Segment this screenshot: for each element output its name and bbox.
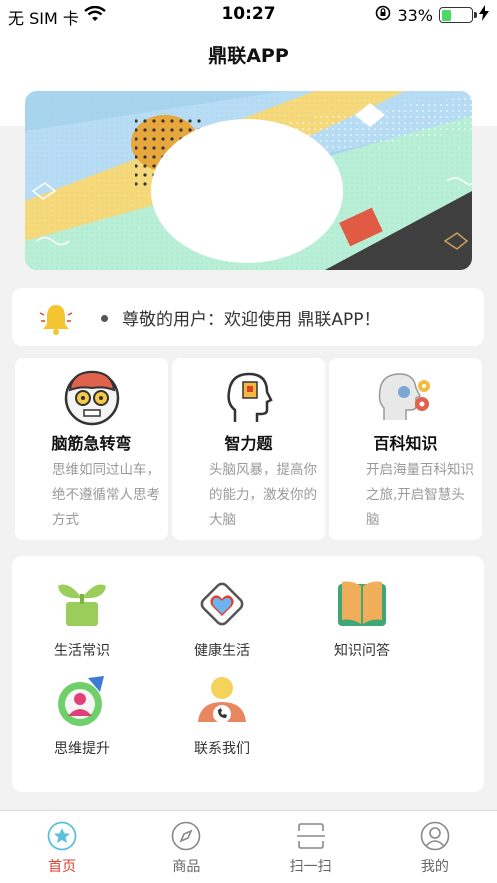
home-banner[interactable]: [25, 91, 472, 270]
tab-scan[interactable]: 扫一扫: [249, 811, 373, 883]
card-brain-teaser[interactable]: 脑筋急转弯 思维如同过山车，绝不遵循常人思考方式: [15, 358, 168, 540]
tab-home[interactable]: 首页: [0, 811, 124, 883]
head-gears-icon: [374, 364, 438, 428]
grid-item-healthy-life[interactable]: 健康生活: [172, 576, 272, 660]
grid-item-label: 知识问答: [334, 643, 390, 659]
card-title: 百科知识: [373, 434, 438, 453]
tab-label: 我的: [420, 859, 449, 875]
heart-diamond-icon: [194, 576, 250, 632]
notice-bar[interactable]: 尊敬的用户：欢迎使用 鼎联APP！: [12, 288, 484, 346]
star-icon: [47, 821, 77, 851]
grid-item-label: 生活常识: [54, 643, 110, 659]
tab-label: 首页: [48, 859, 77, 875]
grid-item-contact[interactable]: 联系我们: [172, 674, 272, 758]
compass-icon: [171, 821, 201, 851]
card-title: 脑筋急转弯: [51, 434, 132, 453]
sprout-icon: [54, 576, 110, 632]
grid-item-life-tips[interactable]: 生活常识: [32, 576, 132, 660]
bullet-dot: [101, 315, 108, 322]
open-book-icon: [334, 576, 390, 632]
person-chart-icon: [54, 674, 110, 730]
zombie-brain-icon: [60, 364, 124, 428]
card-desc: 思维如同过山车，绝不遵循常人思考方式: [52, 462, 160, 528]
battery-icon: [439, 7, 477, 23]
category-grid: 生活常识 健康生活 知识问答 思维提升 联系我们: [12, 556, 484, 792]
feature-cards: 脑筋急转弯 思维如同过山车，绝不遵循常人思考方式 智力题 头脑风暴，提高你的能力…: [15, 358, 482, 540]
charging-icon: [479, 5, 489, 25]
card-iq-questions[interactable]: 智力题 头脑风暴，提高你的能力，激发你的大脑: [172, 358, 325, 540]
tab-bar: 首页 商品 扫一扫 我的: [0, 810, 497, 883]
grid-item-label: 思维提升: [54, 741, 110, 757]
battery-fill: [441, 9, 452, 21]
tab-label: 扫一扫: [289, 859, 332, 875]
page-title: 鼎联APP: [208, 45, 289, 67]
battery-percent: 33%: [397, 5, 433, 25]
card-title: 智力题: [224, 434, 273, 453]
grid-item-thinking[interactable]: 思维提升: [32, 674, 132, 758]
tab-label: 商品: [172, 859, 201, 875]
tab-mine[interactable]: 我的: [373, 811, 497, 883]
rotation-lock-icon: [375, 5, 391, 25]
grid-item-qa[interactable]: 知识问答: [312, 576, 412, 660]
phone-contact-icon: [194, 674, 250, 730]
card-encyclopedia[interactable]: 百科知识 开启海量百科知识之旅,开启智慧头脑: [329, 358, 482, 540]
bell-icon: [38, 301, 74, 341]
head-brain-icon: [217, 364, 281, 428]
scan-icon: [296, 821, 326, 851]
user-icon: [420, 821, 450, 851]
grid-item-label: 健康生活: [194, 643, 250, 659]
card-desc: 开启海量百科知识之旅,开启智慧头脑: [366, 462, 474, 528]
notice-text: 尊敬的用户：欢迎使用 鼎联APP！: [122, 310, 381, 330]
grid-item-label: 联系我们: [194, 741, 250, 757]
tab-products[interactable]: 商品: [124, 811, 248, 883]
card-desc: 头脑风暴，提高你的能力，激发你的大脑: [209, 462, 317, 528]
status-bar: 无 SIM 卡 10:27 33%: [0, 0, 497, 30]
